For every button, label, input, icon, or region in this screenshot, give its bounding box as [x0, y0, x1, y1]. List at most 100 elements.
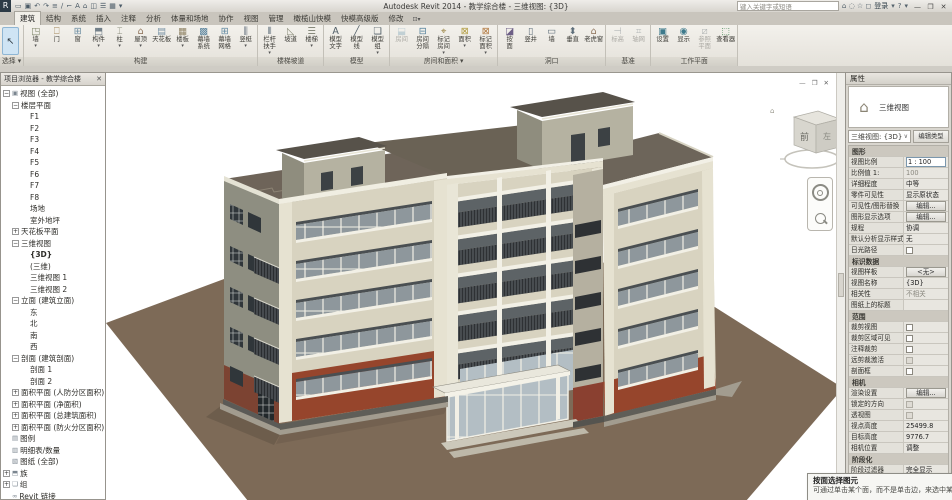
viewcube-home-icon[interactable]: ⌂: [770, 107, 774, 115]
tag-area-button[interactable]: ⊠标记 面积: [475, 26, 496, 55]
tree-item-三维视图 2[interactable]: 三维视图 2: [1, 284, 105, 296]
exchange-icon[interactable]: ⌂: [842, 2, 849, 10]
room-separator-button[interactable]: ⊟房间 分隔: [412, 26, 433, 51]
panel-label-选择[interactable]: 选择 ▾: [0, 57, 23, 66]
wall-opening-button[interactable]: ▭墙: [541, 26, 562, 44]
selector-caret-icon[interactable]: ∨: [904, 131, 908, 142]
column-button[interactable]: ⌶柱: [109, 26, 130, 48]
search-go-icon[interactable]: ◌: [849, 2, 857, 10]
property-value[interactable]: 9776.7: [904, 433, 948, 442]
property-value[interactable]: 不相关: [904, 290, 948, 299]
property-section-相机[interactable]: 相机: [849, 377, 948, 388]
tab-橄榄山快模[interactable]: 橄榄山快模: [289, 12, 337, 25]
tree-item-F8[interactable]: F8: [1, 192, 105, 204]
model-group-button[interactable]: ❏模型 组: [367, 26, 388, 55]
value-edit-button[interactable]: <无>: [906, 267, 946, 277]
signin-button[interactable]: 登录: [874, 1, 888, 11]
tab-体量和场地[interactable]: 体量和场地: [166, 12, 214, 25]
property-value[interactable]: 25499.8: [904, 422, 948, 431]
property-value[interactable]: 100: [904, 169, 948, 178]
value-checkbox[interactable]: [906, 247, 913, 254]
instance-selector-dropdown[interactable]: 三维视图: {3D} ∨: [848, 130, 911, 143]
tab-快模高级版[interactable]: 快模高级版: [336, 12, 384, 25]
tree-item-天花板平面[interactable]: +天花板平面: [1, 226, 105, 238]
tab-管理[interactable]: 管理: [264, 12, 289, 25]
panel-label-构建[interactable]: 构建: [24, 57, 257, 66]
property-value[interactable]: <无>: [904, 267, 948, 277]
tree-item-图例[interactable]: ▤图例: [1, 433, 105, 445]
tree-expander-icon[interactable]: +: [12, 389, 19, 396]
aligned-dimension-icon[interactable]: ⌐: [65, 1, 73, 12]
tab-系统[interactable]: 系统: [66, 12, 91, 25]
qat-dropdown-icon[interactable]: ▾: [118, 1, 124, 12]
property-value[interactable]: [904, 346, 948, 353]
left-wing-side-facade[interactable]: [224, 176, 284, 425]
tree-expander-icon[interactable]: −: [12, 297, 19, 304]
panel-label-洞口[interactable]: 洞口: [498, 57, 605, 66]
undo-icon[interactable]: ↶: [33, 1, 41, 12]
right-wing-facade[interactable]: [573, 157, 716, 422]
help-caret-icon[interactable]: ▾: [904, 2, 908, 10]
tree-item-三维视图 1[interactable]: 三维视图 1: [1, 272, 105, 284]
property-value[interactable]: 中等: [904, 180, 948, 189]
door-button[interactable]: ⎕门: [46, 26, 67, 44]
tree-expander-icon[interactable]: +: [3, 470, 10, 477]
panel-label-模型[interactable]: 模型: [324, 57, 389, 66]
tree-item-{3D}[interactable]: {3D}: [1, 249, 105, 261]
tree-item-楼层平面[interactable]: −楼层平面: [1, 100, 105, 112]
tree-item-F4[interactable]: F4: [1, 146, 105, 158]
shaft-opening-button[interactable]: ▯竖井: [520, 26, 541, 44]
text-icon[interactable]: A: [74, 1, 81, 12]
viewport-scrollbar[interactable]: [836, 73, 845, 500]
panel-label-基准[interactable]: 基准: [606, 57, 650, 66]
vertical-opening-button[interactable]: ⬍垂直: [562, 26, 583, 44]
panel-label-楼梯坡道[interactable]: 楼梯坡道: [258, 57, 323, 66]
tree-item-室外地坪[interactable]: 室外地坪: [1, 215, 105, 227]
value-edit-button[interactable]: 编辑...: [906, 212, 946, 222]
tab-注释[interactable]: 注释: [116, 12, 141, 25]
property-value[interactable]: 调整: [904, 444, 948, 453]
window-button[interactable]: ⊞窗: [67, 26, 88, 44]
tree-expander-icon[interactable]: −: [12, 355, 19, 362]
person-icon[interactable]: ◻: [865, 2, 871, 10]
tree-item-F6[interactable]: F6: [1, 169, 105, 181]
navigation-bar[interactable]: [807, 177, 833, 231]
tree-item-(三维)[interactable]: (三维): [1, 261, 105, 273]
viewer-button[interactable]: ⬚查看器: [715, 26, 736, 44]
tree-expander-icon[interactable]: +: [12, 412, 19, 419]
drawing-area[interactable]: ⌂ 前 左 — ❐ ✕ ▴: [106, 72, 845, 500]
show-workplane-button[interactable]: ◉显示: [673, 26, 694, 44]
set-workplane-button[interactable]: ▣设置: [652, 26, 673, 44]
modify-button[interactable]: ↖: [2, 27, 19, 55]
section-icon[interactable]: ◫: [89, 1, 98, 12]
property-value[interactable]: {3D}: [904, 279, 948, 288]
tab-结构[interactable]: 结构: [41, 12, 66, 25]
tree-item-立面 (建筑立面)[interactable]: −立面 (建筑立面): [1, 295, 105, 307]
curtain-system-button[interactable]: ▩幕墙 系统: [193, 26, 214, 51]
tree-item-剖面 1[interactable]: 剖面 1: [1, 364, 105, 376]
open-icon[interactable]: ▭: [14, 1, 23, 12]
default-3d-view-icon[interactable]: ⌂: [82, 1, 88, 12]
type-selector-preview[interactable]: ⌂ 三维视图: [848, 86, 949, 128]
model-3d-view[interactable]: ⌂ 前 左: [106, 73, 845, 500]
property-value[interactable]: 编辑...: [904, 201, 948, 211]
left-wing-front-facade[interactable]: [279, 173, 447, 423]
property-section-范围[interactable]: 范围: [849, 311, 948, 322]
tree-item-东[interactable]: 东: [1, 307, 105, 319]
panel-label-工作平面[interactable]: 工作平面: [651, 57, 737, 66]
viewcube-front-face[interactable]: 前: [800, 131, 809, 143]
tab-修改[interactable]: 修改: [384, 12, 409, 25]
redo-icon[interactable]: ↷: [42, 1, 50, 12]
property-value[interactable]: [904, 368, 948, 375]
tree-item-Revit 链接[interactable]: ∞Revit 链接: [1, 491, 105, 500]
viewport-scrollbar-thumb[interactable]: [838, 273, 844, 297]
property-value[interactable]: 协调: [904, 224, 948, 233]
tree-item-F5[interactable]: F5: [1, 157, 105, 169]
tab-建筑[interactable]: 建筑: [14, 11, 41, 25]
tag-room-button[interactable]: ⌖标记 房间: [433, 26, 454, 55]
value-checkbox[interactable]: [906, 335, 913, 342]
tab-协作[interactable]: 协作: [214, 12, 239, 25]
tree-expander-icon[interactable]: +: [12, 228, 19, 235]
value-input[interactable]: 1 : 100: [906, 157, 946, 167]
tree-item-F7[interactable]: F7: [1, 180, 105, 192]
